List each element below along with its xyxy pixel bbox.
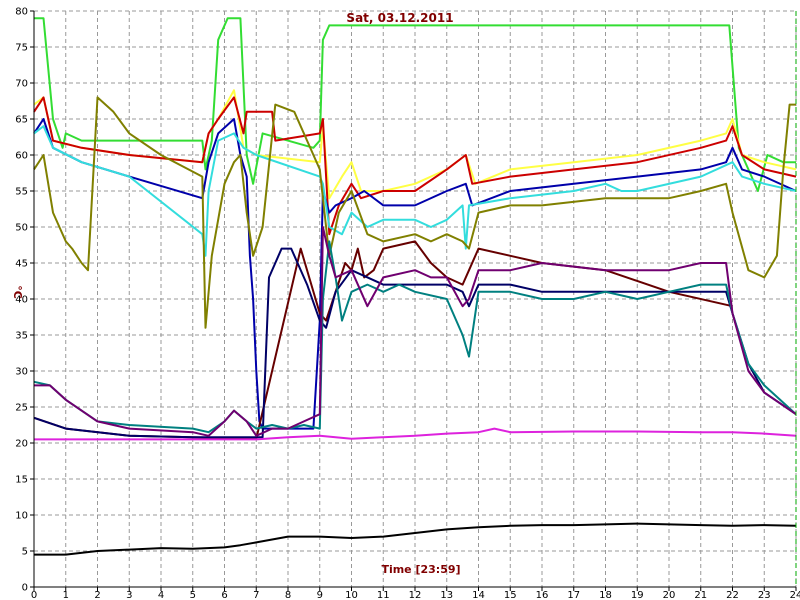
y-tick-label: 80	[15, 7, 28, 18]
y-tick-label: 65	[15, 115, 28, 126]
y-tick-label: 10	[15, 511, 28, 522]
x-tick-label: 23	[758, 590, 771, 600]
x-tick-label: 17	[567, 590, 580, 600]
x-tick-label: 4	[158, 590, 164, 600]
y-tick-label: 45	[15, 259, 28, 270]
chart-title: Sat, 03.12.2011	[346, 11, 453, 25]
x-tick-label: 1	[63, 590, 69, 600]
y-tick-label: 15	[15, 475, 28, 486]
x-tick-label: 5	[190, 590, 196, 600]
y-tick-label: 70	[15, 79, 28, 90]
x-tick-label: 19	[631, 590, 644, 600]
y-tick-label: 35	[15, 331, 28, 342]
y-tick-label: 20	[15, 439, 28, 450]
x-tick-label: 18	[599, 590, 612, 600]
temperature-chart: 0 1 2 3 4 5 6 7 8 9 10 11 12 13 14 15 16 17 18 19 20 21 22 23 24…	[11, 7, 800, 600]
x-tick-label: 20	[663, 590, 676, 600]
y-tick-label: 5	[22, 547, 28, 558]
x-tick-label: 16	[536, 590, 549, 600]
x-tick-label: 8	[285, 590, 291, 600]
x-tick-label: 22	[726, 590, 739, 600]
x-tick-label: 0	[31, 590, 37, 600]
y-tick-label: 25	[15, 403, 28, 414]
x-tick-label: 7	[253, 590, 259, 600]
chart-axes	[30, 10, 797, 591]
y-tick-label: 30	[15, 367, 28, 378]
y-tick-label: 0	[22, 583, 28, 594]
y-tick-label: 55	[15, 187, 28, 198]
x-tick-label: 11	[377, 590, 390, 600]
y-axis-label: °C	[11, 285, 24, 299]
chart-grid	[33, 10, 797, 588]
chart-tick-labels: 0 1 2 3 4 5 6 7 8 9 10 11 12 13 14 15 16 17 18 19 20 21 22 23 24…	[15, 7, 800, 600]
x-tick-label: 15	[504, 590, 517, 600]
y-tick-label: 75	[15, 43, 28, 54]
x-tick-label: 12	[409, 590, 422, 600]
x-tick-label: 21	[694, 590, 707, 600]
x-axis-label: Time [23:59]	[381, 563, 460, 576]
x-tick-label: 9	[317, 590, 323, 600]
x-tick-label: 13	[440, 590, 453, 600]
x-tick-label: 2	[94, 590, 100, 600]
x-tick-label: 14	[472, 590, 485, 600]
x-tick-label: 6	[221, 590, 227, 600]
y-tick-label: 50	[15, 223, 28, 234]
x-tick-label: 24	[790, 590, 800, 600]
x-tick-label: 3	[126, 590, 132, 600]
y-tick-label: 60	[15, 151, 28, 162]
x-tick-label: 10	[345, 590, 358, 600]
